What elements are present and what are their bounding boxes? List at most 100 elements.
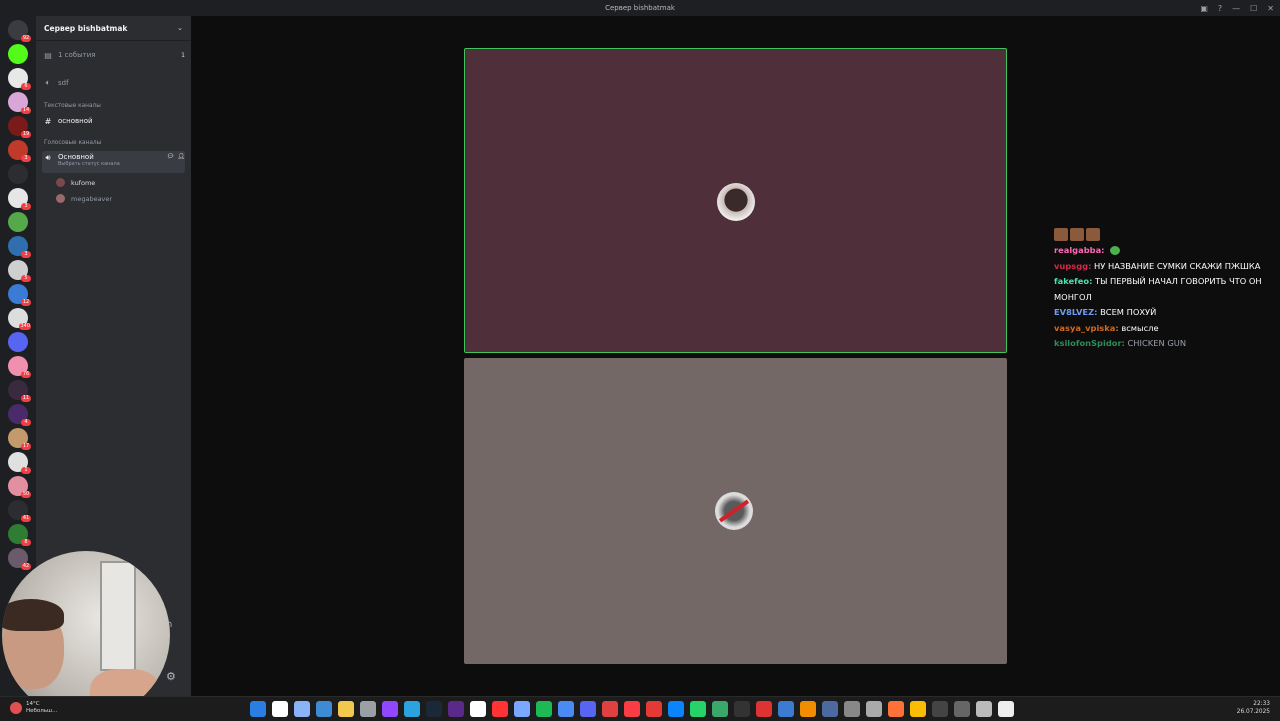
- streamer-hair: [2, 599, 64, 631]
- server-icon-blue[interactable]: 3: [8, 236, 31, 258]
- terminal-icon[interactable]: [734, 701, 750, 717]
- obs-icon[interactable]: [448, 701, 464, 717]
- server-icon-green2[interactable]: 8: [8, 524, 31, 546]
- server-icon-kick[interactable]: [8, 44, 28, 64]
- tray-icon[interactable]: [998, 701, 1014, 717]
- yandex-icon[interactable]: [492, 701, 508, 717]
- server-icon-сервер[interactable]: [8, 332, 28, 352]
- mail-icon[interactable]: [514, 701, 530, 717]
- server-icon-pink[interactable]: 76: [8, 356, 31, 378]
- avatar: [56, 194, 65, 203]
- add-user-icon[interactable]: 👤︎: [177, 153, 185, 160]
- vscode-icon[interactable]: [778, 701, 794, 717]
- app-icon[interactable]: [602, 701, 618, 717]
- settings-icon[interactable]: ⚙: [166, 670, 176, 683]
- chrome-icon[interactable]: [910, 701, 926, 717]
- twitch-icon[interactable]: [382, 701, 398, 717]
- steam-icon[interactable]: [426, 701, 442, 717]
- settings-icon[interactable]: [360, 701, 376, 717]
- maximize-button[interactable]: ☐: [1250, 4, 1257, 13]
- window-icon[interactable]: [954, 701, 970, 717]
- server-header[interactable]: Сервер bishbatmak ⌄: [36, 16, 191, 41]
- server-icon-gear[interactable]: 5: [8, 260, 31, 282]
- server-icon-txt[interactable]: 41: [8, 500, 31, 522]
- explorer-icon[interactable]: [338, 701, 354, 717]
- calendar-icon[interactable]: [470, 701, 486, 717]
- time: 22:33: [1253, 701, 1270, 707]
- voice-channel-osnovnoy[interactable]: 🔊︎ Основной Выбрать статус канала 💬︎ 👤︎: [42, 151, 185, 173]
- weather-icon[interactable]: [10, 702, 22, 714]
- voice-status[interactable]: Выбрать статус канала: [58, 161, 167, 167]
- server-icon-red[interactable]: 19: [8, 116, 31, 138]
- search-icon[interactable]: [272, 701, 288, 717]
- chat-line: vasya_vpiska: всмысле: [1054, 321, 1276, 337]
- emote-icon: [1070, 228, 1084, 241]
- widgets-icon[interactable]: [316, 701, 332, 717]
- emoji-icon: [1110, 246, 1121, 255]
- server-icon-tools[interactable]: 3: [8, 140, 31, 162]
- taskview-icon[interactable]: [294, 701, 310, 717]
- app2-icon[interactable]: [844, 701, 860, 717]
- voice-user[interactable]: megabeaver: [56, 192, 112, 205]
- minimize-button[interactable]: —: [1232, 4, 1240, 13]
- server-icon-dark[interactable]: 42: [8, 548, 31, 570]
- chat-line: EV8LVEZ: ВСЕМ ПОХУЙ: [1054, 305, 1276, 321]
- voice-tile-speaking[interactable]: [464, 48, 1007, 353]
- taskbar-icons: [250, 701, 1014, 717]
- photos-icon[interactable]: [668, 701, 684, 717]
- telegram-icon[interactable]: [404, 701, 420, 717]
- server-icon-girls[interactable]: 50: [8, 476, 31, 498]
- voice-category[interactable]: Голосовые каналы: [44, 140, 101, 146]
- music-icon[interactable]: [624, 701, 640, 717]
- server-icon-high[interactable]: 4: [8, 404, 31, 426]
- speaker-icon: 🔈︎: [45, 78, 51, 87]
- screen-icon[interactable]: [932, 701, 948, 717]
- emote-row: [1054, 228, 1276, 241]
- chat-icon[interactable]: 💬︎: [167, 153, 175, 160]
- update-icon[interactable]: [976, 701, 992, 717]
- mention-badge: 3: [21, 155, 31, 162]
- hash-icon: #: [44, 116, 52, 126]
- server-icon-rdr[interactable]: 11: [8, 380, 31, 402]
- server-icon-face[interactable]: 17: [8, 428, 31, 450]
- vlc-icon[interactable]: [800, 701, 816, 717]
- server-icon-img[interactable]: 340: [8, 308, 31, 330]
- chat-line: vupsgg: НУ НАЗВАНИЕ СУМКИ СКАЖИ ПЖШКА: [1054, 259, 1276, 275]
- mention-badge: 92: [21, 35, 31, 42]
- mention-badge: 4: [21, 419, 31, 426]
- weather-widget[interactable]: 14°C Небольш...: [26, 701, 57, 715]
- server-icon-clock[interactable]: 1: [8, 452, 31, 474]
- voice-tile[interactable]: [464, 358, 1007, 664]
- server-icon-globe[interactable]: 12: [8, 284, 31, 306]
- server-icon-green[interactable]: [8, 212, 28, 232]
- server-icon-home[interactable]: 92: [8, 20, 31, 42]
- date: 26.07.2025: [1236, 709, 1270, 715]
- 64-icon[interactable]: [756, 701, 772, 717]
- server-icon-anime[interactable]: 14: [8, 92, 31, 114]
- network-icon[interactable]: [822, 701, 838, 717]
- spotify-icon[interactable]: [536, 701, 552, 717]
- events-row[interactable]: ▤ 1 события 1: [42, 48, 185, 62]
- chat-line: fakefeo: ТЫ ПЕРВЫЙ НАЧАЛ ГОВОРИТЬ ЧТО ОН…: [1054, 274, 1276, 305]
- browser-icon[interactable]: [558, 701, 574, 717]
- server-icon-v[interactable]: 3: [8, 188, 31, 210]
- b-icon[interactable]: [646, 701, 662, 717]
- firefox-icon[interactable]: [888, 701, 904, 717]
- help-icon[interactable]: ?: [1218, 4, 1222, 13]
- clock[interactable]: 22:33 26.07.2025: [1237, 700, 1270, 716]
- server-icon-x[interactable]: [8, 164, 28, 184]
- voice-user[interactable]: kufome: [56, 176, 95, 189]
- channel-sdf[interactable]: 🔈︎ sdf: [42, 76, 185, 90]
- text-channel-label: основной: [58, 117, 93, 125]
- whatsapp-icon[interactable]: [690, 701, 706, 717]
- text-category[interactable]: Текстовые каналы: [44, 103, 101, 109]
- tool-icon[interactable]: [712, 701, 728, 717]
- inbox-icon[interactable]: ▣: [1200, 4, 1208, 13]
- discord-icon[interactable]: [580, 701, 596, 717]
- channel-osnovnoy-text[interactable]: # основной: [42, 114, 185, 128]
- apps-icon[interactable]: [866, 701, 882, 717]
- server-icon-s[interactable]: 6: [8, 68, 31, 90]
- window-title: Сервер bishbatmak: [605, 4, 675, 12]
- close-button[interactable]: ✕: [1267, 4, 1274, 13]
- windows-icon[interactable]: [250, 701, 266, 717]
